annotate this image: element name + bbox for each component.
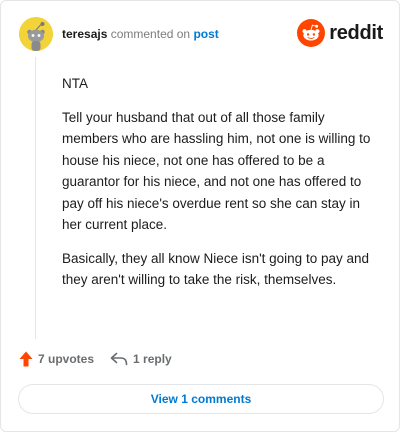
snoo-avatar-icon [19,17,53,51]
reply-arrow-icon [110,352,128,366]
comment-header: teresajs commented on post reddit [17,17,383,51]
comment-card: teresajs commented on post reddit NTA Te… [0,0,400,432]
thread-line[interactable] [35,57,36,339]
reddit-wordmark: reddit [329,21,383,44]
reply-count: 1 reply [133,352,172,366]
byline-action-text: commented on [110,27,191,41]
upvote-arrow-icon [19,351,33,367]
comment-paragraph: NTA [62,76,88,91]
comment-actions: 7 upvotes 1 reply [19,348,172,370]
comment-byline: teresajs commented on post [62,26,219,42]
reddit-brand[interactable]: reddit [297,19,383,47]
upvote-count: 7 upvotes [38,352,95,366]
comment-body: NTA Tell your husband that out of all th… [62,73,377,303]
upvote-button[interactable]: 7 upvotes [19,351,94,367]
username-link[interactable]: teresajs [62,27,107,41]
view-comments-button[interactable]: View 1 comments [18,384,384,414]
user-avatar[interactable] [19,17,53,51]
comment-paragraph: Tell your husband that out of all those … [62,109,371,233]
reddit-logo-icon [297,19,326,47]
reply-button[interactable]: 1 reply [110,352,172,366]
post-link[interactable]: post [193,27,218,41]
comment-paragraph: Basically, they all know Niece isn't goi… [62,250,369,288]
